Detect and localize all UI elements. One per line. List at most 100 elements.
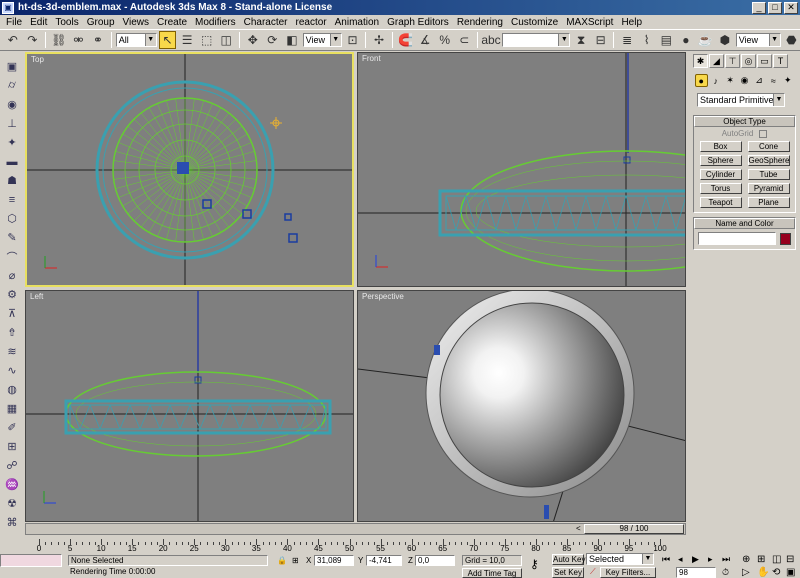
menu-tools[interactable]: Tools [51,17,82,28]
menu-create[interactable]: Create [153,17,191,28]
gear-icon[interactable]: ⚙ [3,286,21,303]
object-type-header[interactable]: Object Type [694,116,795,127]
uvw-map-icon[interactable]: ▦ [3,400,21,417]
viewport-label-top[interactable]: Top [31,55,44,64]
tube-button[interactable]: Tube [747,169,790,180]
brush-icon[interactable]: ✎ [3,229,21,246]
schematic-view-icon[interactable]: ▤ [658,31,676,49]
bind-space-warp-icon[interactable]: ⚭ [89,31,107,49]
mirror-icon[interactable]: ⧗ [572,31,590,49]
scale-icon[interactable]: ◧ [283,31,301,49]
render-last-icon[interactable]: ⬣ [783,31,800,49]
viewport-label-left[interactable]: Left [30,292,43,301]
create-helper-icon[interactable]: ☗ [3,172,21,189]
maximize-viewport-icon[interactable]: ▣ [786,567,795,578]
lock-icon[interactable]: 🔒 [277,555,287,566]
menu-reactor[interactable]: reactor [292,17,331,28]
create-light-icon[interactable]: ✦ [3,134,21,151]
wave-icon[interactable]: ≋ [3,343,21,360]
noise-icon[interactable]: ∿ [3,362,21,379]
viewport-label-front[interactable]: Front [362,54,381,63]
set-key-button[interactable]: Set Key [552,567,584,578]
menu-graph-editors[interactable]: Graph Editors [383,17,453,28]
menu-rendering[interactable]: Rendering [453,17,507,28]
next-frame-icon[interactable]: ▸ [708,554,713,565]
zoom-icon[interactable]: ⊕ [742,554,750,565]
manipulate-icon[interactable]: ✢ [370,31,388,49]
pyramid-button[interactable]: Pyramid [747,183,790,194]
sphere-button[interactable]: Sphere [699,155,742,166]
extrude-icon[interactable]: ⇮ [3,324,21,341]
align-icon[interactable]: ⊟ [592,31,610,49]
cone-button[interactable]: Cone [747,141,790,152]
plane-button[interactable]: Plane [747,197,790,208]
track-bar[interactable]: 0 5 10 15 20 25 30 35 40 45 50 55 60 65 70 75 80 85 90 95 10… [25,535,686,553]
cloth-icon[interactable]: ⌘ [3,514,21,531]
close-button[interactable]: ✕ [784,1,798,14]
create-cylinder-icon[interactable]: ⌭ [3,77,21,94]
shapes-icon[interactable]: ♪ [710,74,722,87]
zoom-extents-icon[interactable]: ◫ [772,554,781,565]
arc-rotate-icon[interactable]: ⟲ [772,567,780,578]
material-editor-icon[interactable]: ● [677,31,695,49]
menu-character[interactable]: Character [240,17,292,28]
undo-icon[interactable]: ↶ [4,31,22,49]
menu-edit[interactable]: Edit [26,17,51,28]
systems-icon[interactable]: ✦ [782,74,794,87]
edit-named-selection-icon[interactable]: abc [481,31,500,49]
object-name-field[interactable] [698,232,777,245]
key-mode-dropdown[interactable]: Selected ▼ [586,553,654,565]
create-box-icon[interactable]: ▣ [3,58,21,75]
angle-snap-icon[interactable]: ∡ [416,31,434,49]
modify-tab-icon[interactable]: ◢ [709,54,724,68]
geometry-icon[interactable]: ● [695,74,708,87]
quick-render-icon[interactable]: ⬢ [716,31,734,49]
rotate-icon[interactable]: ⟳ [264,31,282,49]
menu-customize[interactable]: Customize [507,17,562,28]
meshsmooth-icon[interactable]: ◍ [3,381,21,398]
z-coordinate-field[interactable]: 0,0 [415,555,455,566]
menu-file[interactable]: File [2,17,26,28]
twist-icon[interactable]: ⌀ [3,267,21,284]
play-icon[interactable]: ▶ [692,554,699,565]
teapot-button[interactable]: Teapot [699,197,742,208]
torus-button[interactable]: Torus [699,183,742,194]
spinner-snap-icon[interactable]: ⊂ [455,31,473,49]
viewport-front[interactable]: Front [357,52,686,287]
helpers-icon[interactable]: ⊿ [753,74,765,87]
create-camera-icon[interactable]: ▬ [3,153,21,170]
cameras-icon[interactable]: ◉ [738,74,750,87]
geosphere-button[interactable]: GeoSphere [747,155,790,166]
go-to-end-icon[interactable]: ⏭ [722,554,730,565]
rectangular-selection-icon[interactable]: ⬚ [198,31,216,49]
select-object-icon[interactable]: ↖ [158,31,177,49]
render-view-dropdown[interactable]: View ▼ [735,33,781,47]
hierarchy-tab-icon[interactable]: ⊤ [725,54,740,68]
maxscript-listener[interactable] [0,554,62,567]
viewport-perspective[interactable]: Perspective [357,290,686,522]
redo-icon[interactable]: ↷ [24,31,42,49]
paint-icon[interactable]: ✐ [3,419,21,436]
time-slider[interactable]: < 98 / 100 [25,523,686,535]
pivot-center-icon[interactable]: ⊡ [344,31,362,49]
create-sphere-icon[interactable]: ◉ [3,96,21,113]
current-frame-field[interactable]: 98 [676,567,716,578]
go-to-start-icon[interactable]: ⏮ [662,554,670,565]
menu-animation[interactable]: Animation [331,17,383,28]
object-color-swatch[interactable] [780,232,791,245]
zoom-extents-all-icon[interactable]: ⊟ [786,554,794,565]
link-icon[interactable]: ⛓ [50,31,68,49]
create-plane-icon[interactable]: ⊥ [3,115,21,132]
percent-snap-icon[interactable]: % [436,31,454,49]
bend-icon[interactable]: ⌒ [3,248,21,265]
box-button[interactable]: Box [699,141,742,152]
zoom-all-icon[interactable]: ⊞ [757,554,765,565]
snap-toggle-icon[interactable]: 🧲 [397,31,415,49]
maximize-button[interactable]: □ [768,1,782,14]
x-coordinate-field[interactable]: 31,089 [314,555,354,566]
ffd-icon[interactable]: ⊞ [3,438,21,455]
space-warps-icon[interactable]: ≈ [767,74,779,87]
move-icon[interactable]: ✥ [244,31,262,49]
add-time-tag-button[interactable]: Add Time Tag [462,568,522,578]
chevron-left-icon[interactable]: < [576,524,581,533]
